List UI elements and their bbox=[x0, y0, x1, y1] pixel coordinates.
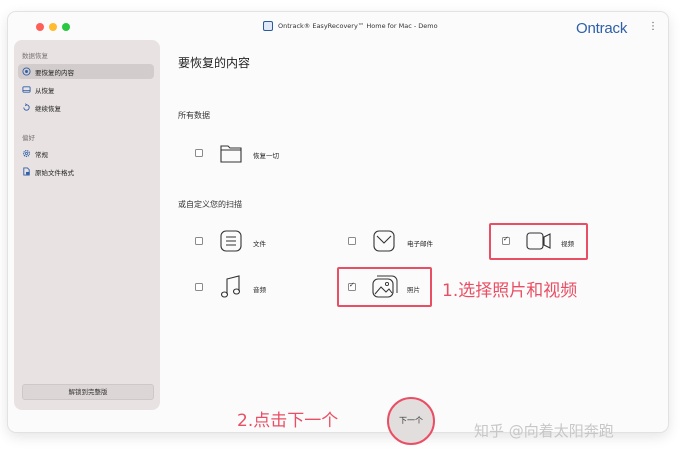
music-icon bbox=[220, 275, 241, 298]
unlock-full-version-button[interactable]: 解锁到完整版 bbox=[22, 384, 154, 400]
app-window: Ontrack® EasyRecovery™ Home for Mac - De… bbox=[8, 12, 668, 432]
brand-logo: Ontrack bbox=[576, 20, 628, 37]
app-icon bbox=[263, 21, 273, 31]
audio-checkbox[interactable] bbox=[195, 283, 203, 291]
email-checkbox[interactable] bbox=[348, 237, 356, 245]
recover-all-label: 恢复一切 bbox=[253, 152, 279, 160]
window-title: Ontrack® EasyRecovery™ Home for Mac - De… bbox=[278, 22, 438, 30]
drive-icon bbox=[22, 86, 31, 93]
sidebar-item-label: 从恢复 bbox=[35, 86, 55, 95]
window-title-group: Ontrack® EasyRecovery™ Home for Mac - De… bbox=[263, 21, 438, 31]
sidebar-item-resume-recovery[interactable]: 继续恢复 bbox=[18, 100, 154, 115]
document-icon bbox=[220, 230, 242, 252]
photo-icon bbox=[372, 275, 398, 298]
zoom-window-button[interactable] bbox=[62, 23, 70, 31]
sidebar-section-preferences: 偏好 bbox=[22, 134, 35, 142]
close-window-button[interactable] bbox=[36, 23, 44, 31]
all-data-heading: 所有数据 bbox=[178, 111, 210, 120]
video-label: 视频 bbox=[561, 240, 574, 248]
documents-checkbox[interactable] bbox=[195, 237, 203, 245]
step2-annotation: 2.点击下一个 bbox=[237, 411, 339, 431]
folder-icon bbox=[220, 145, 242, 163]
gear-icon bbox=[22, 149, 31, 158]
sidebar-section-recovery: 数据恢复 bbox=[22, 52, 48, 60]
sidebar-item-label: 要恢复的内容 bbox=[35, 68, 74, 77]
sidebar-item-label: 继续恢复 bbox=[35, 104, 61, 113]
video-icon bbox=[526, 232, 551, 250]
audio-label: 音频 bbox=[253, 286, 266, 294]
photo-checkbox[interactable] bbox=[348, 281, 356, 291]
step1-annotation: 1.选择照片和视频 bbox=[442, 281, 578, 301]
page-title: 要恢复的内容 bbox=[178, 56, 251, 70]
photo-label: 照片 bbox=[407, 286, 420, 294]
minimize-window-button[interactable] bbox=[49, 23, 57, 31]
watermark: 知乎 @向着太阳奔跑 bbox=[474, 422, 614, 440]
recover-all-checkbox[interactable] bbox=[195, 149, 203, 157]
sidebar-item-recover-from[interactable]: 从恢复 bbox=[18, 82, 154, 97]
sidebar-item-raw-file-formats[interactable]: 原始文件格式 bbox=[18, 164, 154, 179]
sidebar-item-label: 常规 bbox=[35, 150, 48, 159]
title-bar: Ontrack® EasyRecovery™ Home for Mac - De… bbox=[8, 12, 668, 42]
sidebar-item-label: 原始文件格式 bbox=[35, 168, 74, 177]
next-button[interactable]: 下一个 bbox=[387, 397, 435, 445]
video-checkbox[interactable] bbox=[502, 235, 510, 245]
file-format-icon bbox=[23, 167, 30, 176]
sidebar-item-what-to-recover[interactable]: 要恢复的内容 bbox=[18, 64, 154, 79]
resume-icon bbox=[23, 103, 30, 111]
email-label: 电子邮件 bbox=[407, 240, 433, 248]
custom-scan-heading: 或自定义您的扫描 bbox=[178, 200, 242, 209]
email-icon bbox=[373, 230, 395, 252]
documents-label: 文件 bbox=[253, 240, 266, 248]
target-icon bbox=[22, 67, 31, 76]
more-options-icon[interactable]: ⋮ bbox=[648, 22, 658, 32]
sidebar-item-general[interactable]: 常规 bbox=[18, 146, 154, 161]
sidebar: 数据恢复 要恢复的内容 从恢复 继续恢复 偏好 常规 原始文件格式 解锁到完整版 bbox=[14, 40, 160, 410]
